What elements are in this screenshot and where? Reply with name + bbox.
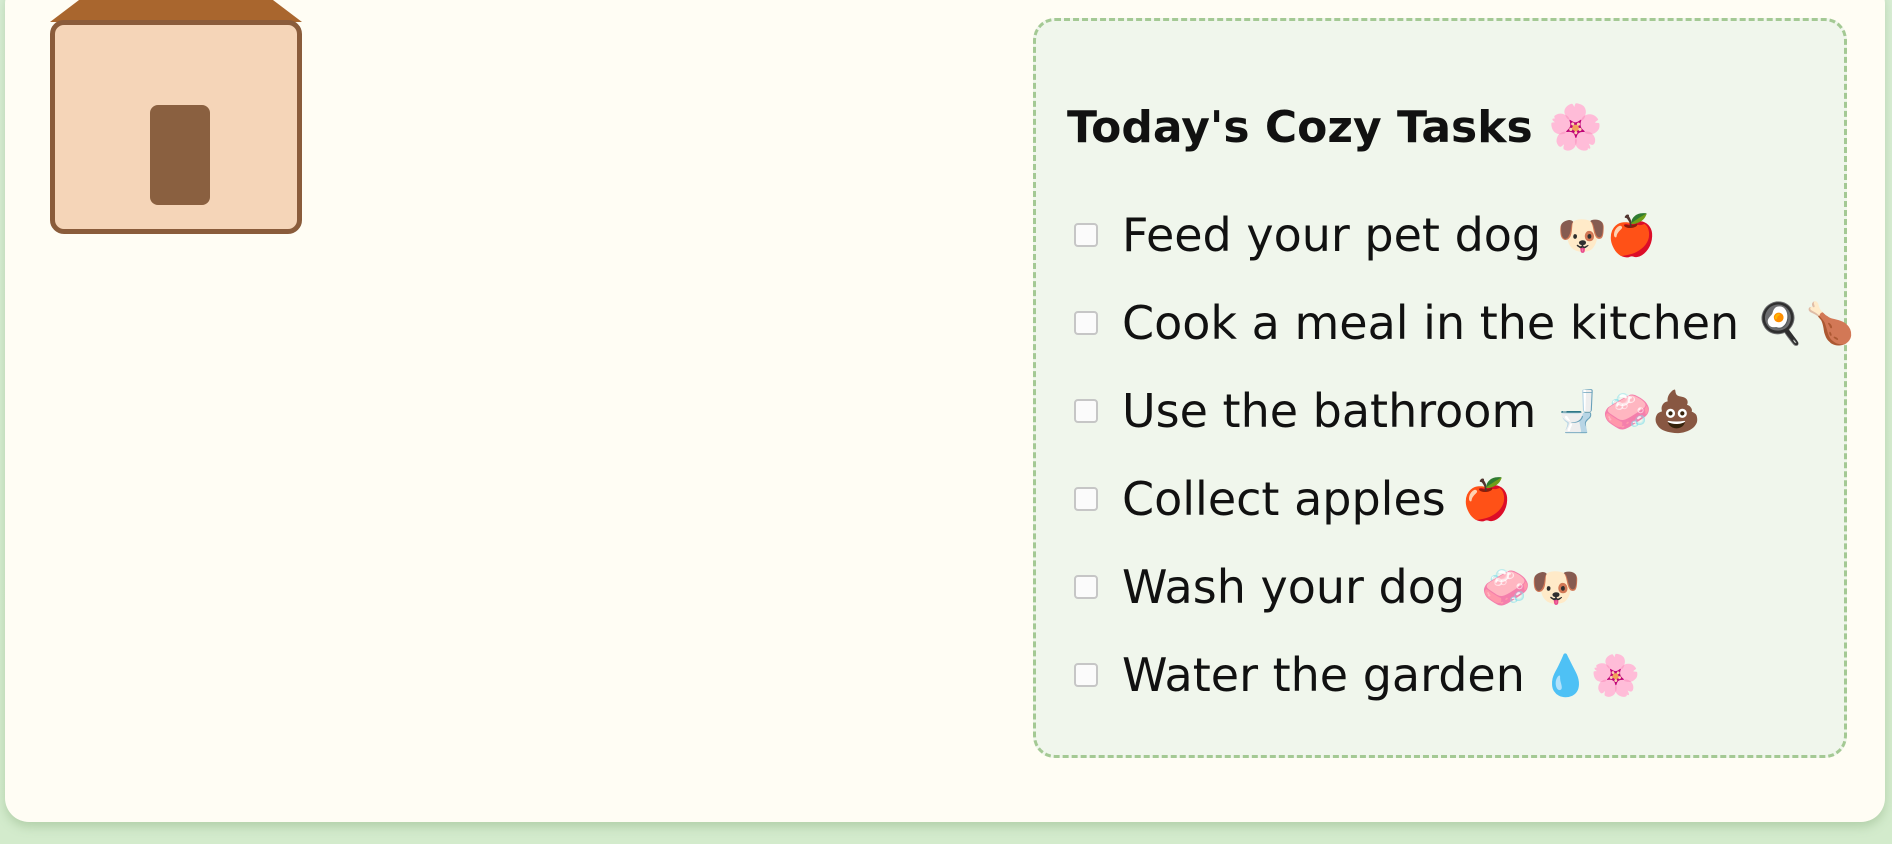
- house-roof: [50, 0, 302, 22]
- house-door: [150, 105, 210, 205]
- task-list: Feed your pet dog 🐶🍎 Cook a meal in the …: [1074, 191, 1855, 719]
- task-label: Collect apples: [1122, 472, 1446, 526]
- page: Today's Cozy Tasks 🌸 Feed your pet dog 🐶…: [0, 0, 1892, 844]
- task-label: Wash your dog: [1122, 560, 1466, 614]
- task-emoji: 🧼🐶: [1481, 564, 1581, 611]
- task-item-cook-meal[interactable]: Cook a meal in the kitchen 🍳🍗: [1074, 279, 1855, 367]
- task-label: Use the bathroom: [1122, 384, 1537, 438]
- task-checkbox[interactable]: [1074, 663, 1098, 687]
- task-label: Feed your pet dog: [1122, 208, 1542, 262]
- task-emoji: 💧🌸: [1540, 652, 1641, 699]
- task-emoji: 🍳🍗: [1755, 300, 1855, 347]
- task-item-collect-apples[interactable]: Collect apples 🍎: [1074, 455, 1855, 543]
- tasks-title: Today's Cozy Tasks 🌸: [1067, 102, 1603, 153]
- tasks-panel: Today's Cozy Tasks 🌸 Feed your pet dog 🐶…: [1033, 18, 1855, 758]
- task-item-use-bathroom[interactable]: Use the bathroom 🚽🧼💩: [1074, 367, 1855, 455]
- task-item-feed-dog[interactable]: Feed your pet dog 🐶🍎: [1074, 191, 1855, 279]
- task-emoji: 🐶🍎: [1557, 212, 1657, 259]
- task-item-wash-dog[interactable]: Wash your dog 🧼🐶: [1074, 543, 1855, 631]
- task-emoji: 🚽🧼💩: [1552, 388, 1702, 435]
- task-item-water-garden[interactable]: Water the garden 💧🌸: [1074, 631, 1855, 719]
- house-icon[interactable]: [50, 0, 302, 234]
- house-body: [50, 20, 302, 234]
- task-emoji: 🍎: [1461, 476, 1512, 523]
- main-card: Today's Cozy Tasks 🌸 Feed your pet dog 🐶…: [5, 0, 1885, 822]
- task-label: Water the garden: [1122, 648, 1525, 702]
- task-checkbox[interactable]: [1074, 575, 1098, 599]
- task-checkbox[interactable]: [1074, 487, 1098, 511]
- task-checkbox[interactable]: [1074, 223, 1098, 247]
- task-label: Cook a meal in the kitchen: [1122, 296, 1740, 350]
- task-checkbox[interactable]: [1074, 399, 1098, 423]
- task-checkbox[interactable]: [1074, 311, 1098, 335]
